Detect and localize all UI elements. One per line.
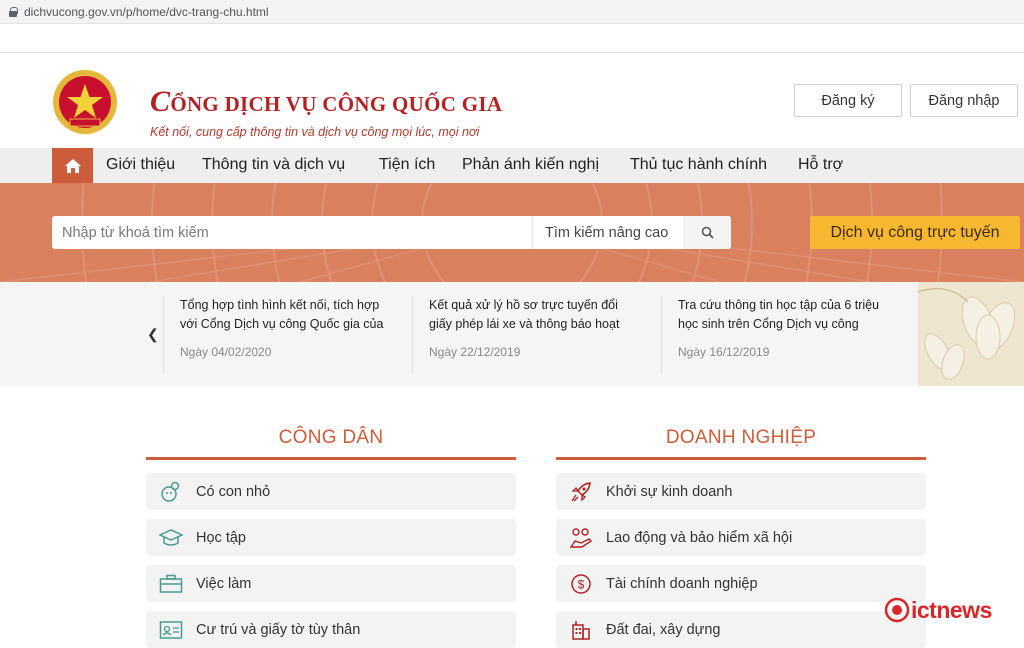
site-header: CỔNG DỊCH VỤ CÔNG QUỐC GIA Kết nối, cung… — [0, 53, 1024, 148]
id-card-icon — [158, 618, 184, 642]
lotus-decoration-icon — [918, 282, 1024, 386]
citizen-item-education[interactable]: Học tập — [146, 519, 516, 556]
news-date: Ngày 04/02/2020 — [180, 345, 272, 359]
business-item-labour-insurance[interactable]: Lao động và bảo hiểm xã hội — [556, 519, 926, 556]
login-button[interactable]: Đăng nhập — [910, 84, 1018, 117]
ictnews-logo-icon — [884, 597, 910, 623]
business-item-land-construction[interactable]: Đất đai, xây dựng — [556, 611, 926, 648]
citizen-item-label: Việc làm — [196, 575, 252, 592]
citizen-item-label: Có con nhỏ — [196, 483, 271, 500]
citizen-section-title: CÔNG DÂN — [278, 427, 384, 448]
business-section-underline — [556, 457, 926, 460]
dollar-icon: $ — [568, 572, 594, 596]
rocket-icon — [568, 480, 594, 504]
news-title[interactable]: Kết quả xử lý hồ sơ trực tuyến đổi giấy … — [429, 296, 638, 334]
site-title[interactable]: CỔNG DỊCH VỤ CÔNG QUỐC GIA — [150, 85, 502, 119]
citizen-item-children[interactable]: Có con nhỏ — [146, 473, 516, 510]
home-button[interactable] — [52, 148, 93, 183]
nav-item-introduction[interactable]: Giới thiệu — [106, 156, 175, 174]
register-button[interactable]: Đăng ký — [794, 84, 902, 117]
briefcase-icon — [158, 572, 184, 596]
search-button[interactable] — [683, 216, 731, 249]
business-item-label: Khởi sự kinh doanh — [606, 483, 733, 500]
business-item-label: Đất đai, xây dựng — [606, 621, 721, 638]
svg-text:$: $ — [578, 577, 585, 591]
nav-item-feedback[interactable]: Phản ánh kiến nghị — [462, 156, 599, 174]
search-input[interactable] — [52, 216, 532, 249]
business-item-label: Lao động và bảo hiểm xã hội — [606, 529, 793, 546]
news-item[interactable]: Tra cứu thông tin học tập của 6 triệu họ… — [661, 296, 887, 374]
news-carousel: ❮ Tổng hợp tình hình kết nối, tích hợp v… — [0, 282, 1024, 386]
nav-item-utilities[interactable]: Tiện ích — [379, 156, 435, 174]
graduation-cap-icon — [158, 526, 184, 550]
business-item-label: Tài chính doanh nghiệp — [606, 575, 758, 592]
site-slogan: Kết nối, cung cấp thông tin và dịch vụ c… — [150, 125, 480, 139]
business-section-title: DOANH NGHIỆP — [665, 427, 817, 448]
citizen-item-label: Học tập — [196, 529, 246, 546]
address-bar[interactable]: dichvucong.gov.vn/p/home/dvc-trang-chu.h… — [0, 0, 1024, 24]
nav-item-info-services[interactable]: Thông tin và dịch vụ — [202, 156, 345, 174]
news-item[interactable]: Kết quả xử lý hồ sơ trực tuyến đổi giấy … — [412, 296, 638, 374]
national-emblem-icon — [53, 70, 117, 134]
watermark-text: ictnews — [911, 596, 992, 623]
online-services-button[interactable]: Dịch vụ công trực tuyến — [810, 216, 1020, 249]
ictnews-watermark: ictnews — [883, 596, 992, 624]
news-date: Ngày 16/12/2019 — [678, 345, 770, 359]
nav-item-support[interactable]: Hỗ trợ — [798, 156, 843, 174]
url-text[interactable]: dichvucong.gov.vn/p/home/dvc-trang-chu.h… — [24, 5, 269, 19]
home-icon — [64, 158, 81, 173]
business-item-finance[interactable]: $ Tài chính doanh nghiệp — [556, 565, 926, 602]
brand[interactable]: CỔNG DỊCH VỤ CÔNG QUỐC GIA Kết nối, cung… — [150, 67, 502, 139]
citizen-item-residence[interactable]: Cư trú và giấy tờ tùy thân — [146, 611, 516, 648]
baby-icon — [158, 480, 184, 504]
building-icon — [568, 618, 594, 642]
chevron-left-icon[interactable]: ❮ — [147, 326, 159, 343]
news-title[interactable]: Tổng hợp tình hình kết nối, tích hợp với… — [180, 296, 389, 334]
search-box: Tìm kiếm nâng cao — [52, 216, 731, 249]
search-icon — [701, 226, 714, 239]
business-item-startup[interactable]: Khởi sự kinh doanh — [556, 473, 926, 510]
news-item[interactable]: Tổng hợp tình hình kết nối, tích hợp với… — [163, 296, 389, 374]
search-band: Tìm kiếm nâng cao Dịch vụ công trực tuyế… — [0, 183, 1024, 282]
citizen-section-underline — [146, 457, 516, 460]
lock-icon — [8, 6, 18, 17]
citizen-item-employment[interactable]: Việc làm — [146, 565, 516, 602]
people-hand-icon — [568, 526, 594, 550]
main-nav: Giới thiệu Thông tin và dịch vụ Tiện ích… — [0, 148, 1024, 183]
news-date: Ngày 22/12/2019 — [429, 345, 521, 359]
citizen-item-label: Cư trú và giấy tờ tùy thân — [196, 621, 361, 638]
nav-item-procedures[interactable]: Thủ tục hành chính — [630, 156, 767, 174]
news-title[interactable]: Tra cứu thông tin học tập của 6 triệu họ… — [678, 296, 887, 334]
